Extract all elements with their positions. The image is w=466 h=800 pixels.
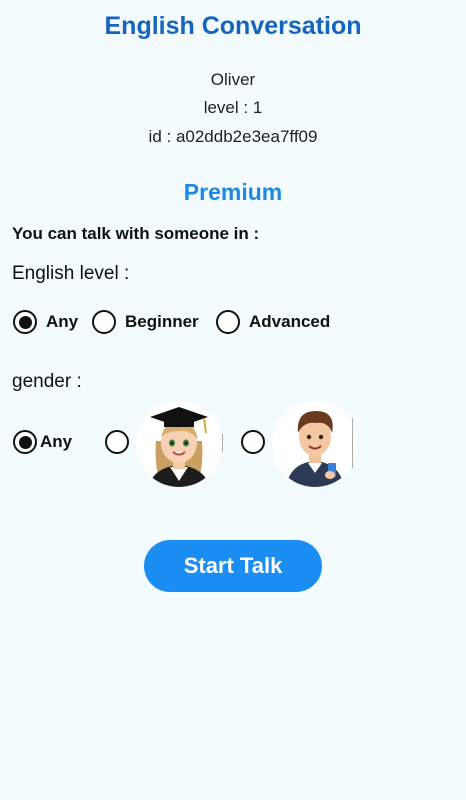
level-any-radio[interactable] [13, 310, 37, 334]
level-option-beginner[interactable]: Beginner [92, 310, 199, 334]
divider [352, 418, 353, 468]
level-advanced-radio[interactable] [216, 310, 240, 334]
gender-male-radio[interactable] [241, 430, 265, 454]
level-option-advanced[interactable]: Advanced [216, 310, 330, 334]
gender-label: gender : [12, 371, 82, 392]
gender-option-male[interactable] [241, 430, 265, 454]
gender-any-radio[interactable] [13, 430, 37, 454]
female-graduate-avatar[interactable] [136, 401, 222, 487]
male-avatar[interactable] [272, 401, 358, 487]
gender-option-any[interactable]: Any [13, 430, 72, 454]
level-beginner-label: Beginner [125, 312, 199, 331]
gender-any-label: Any [40, 432, 73, 451]
level-option-any[interactable]: Any [13, 310, 78, 334]
app-title: English Conversation [104, 12, 362, 40]
start-talk-button[interactable]: Start Talk [144, 540, 322, 592]
english-level-label: English level : [12, 263, 130, 284]
filters-subtitle: You can talk with someone in : [12, 224, 260, 243]
male-avatar-icon [272, 401, 358, 487]
user-id: id : a02ddb2e3ea7ff09 [148, 127, 318, 146]
user-level: level : 1 [203, 98, 263, 117]
divider [222, 434, 223, 452]
level-beginner-radio[interactable] [92, 310, 116, 334]
gender-option-female[interactable] [105, 430, 129, 454]
user-name: Oliver [210, 70, 256, 89]
level-any-label: Any [46, 312, 79, 331]
female-avatar-icon [136, 401, 222, 487]
level-advanced-label: Advanced [249, 312, 331, 331]
premium-label: Premium [183, 179, 283, 205]
gender-female-radio[interactable] [105, 430, 129, 454]
